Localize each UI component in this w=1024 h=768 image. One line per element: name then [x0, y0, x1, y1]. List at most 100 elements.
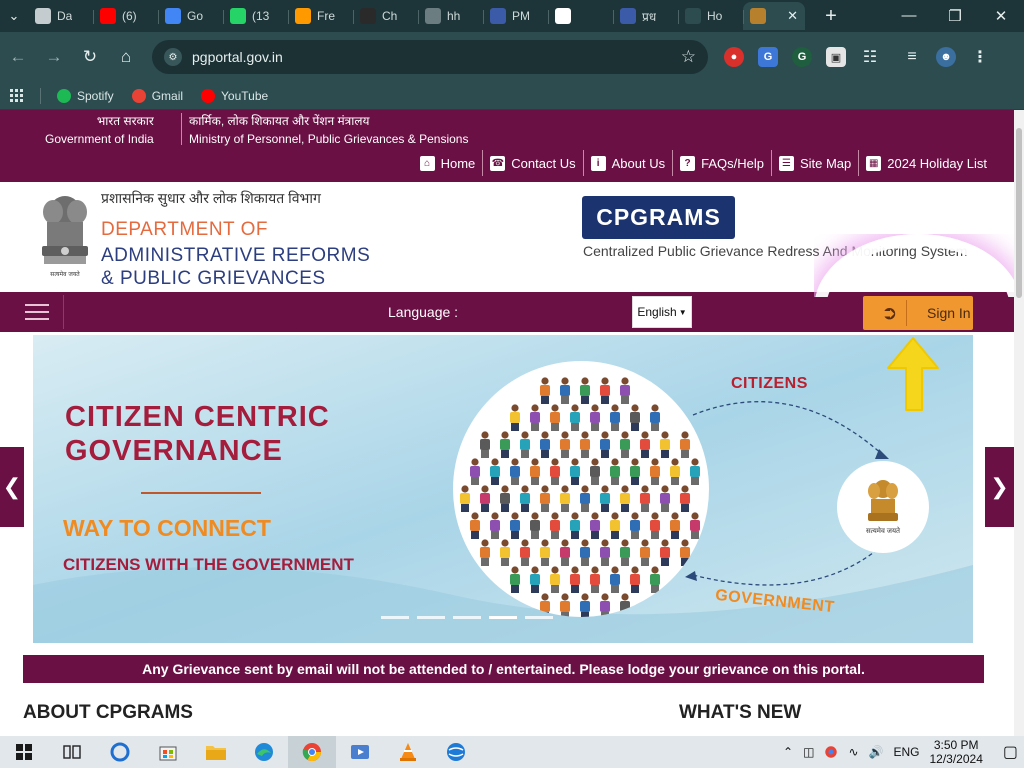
profile-avatar-icon[interactable]: ☻ — [936, 47, 956, 67]
restore-icon[interactable]: ❐ — [932, 7, 978, 25]
site-info-icon[interactable]: ⚙ — [164, 48, 182, 66]
browser-tab[interactable]: (6) — [93, 2, 158, 30]
slider-dot[interactable] — [381, 616, 409, 619]
wifi-icon[interactable]: ∿ — [848, 745, 858, 759]
top-link-label: Site Map — [799, 155, 852, 171]
carousel-next-arrow-icon[interactable]: ❯ — [985, 447, 1014, 527]
slider-dot[interactable] — [525, 616, 553, 619]
chrome-browser-icon[interactable] — [288, 736, 336, 768]
signin-button[interactable]: ➲ Sign In — [863, 296, 973, 330]
top-link-faqs-help[interactable]: ? FAQs/Help — [672, 150, 771, 176]
ministry-english: Ministry of Personnel, Public Grievances… — [189, 132, 469, 146]
reload-icon[interactable]: ↻ — [72, 47, 108, 67]
crowd-person — [560, 485, 570, 512]
reading-list-icon[interactable]: ≡ — [902, 47, 922, 67]
crowd-person — [510, 458, 520, 485]
bookmark-youtube[interactable]: YouTube — [201, 88, 268, 103]
app-globe-icon[interactable] — [432, 736, 480, 768]
microsoft-store-icon[interactable] — [144, 736, 192, 768]
government-of-india: भारत सरकार Government of India — [45, 112, 154, 148]
tray-chevron-up-icon[interactable]: ⌃ — [783, 745, 793, 759]
task-view-icon[interactable] — [48, 736, 96, 768]
top-link-site-map[interactable]: ☰ Site Map — [770, 150, 858, 176]
volume-icon[interactable]: 🔊 — [869, 745, 884, 759]
extensions-puzzle-icon[interactable]: ☷ — [860, 47, 880, 67]
hero-banner[interactable]: CITIZEN CENTRIC GOVERNANCE WAY TO CONNEC… — [33, 335, 973, 643]
browser-menu-icon[interactable]: ⋮ — [970, 47, 990, 67]
carousel-prev-arrow-icon[interactable]: ❮ — [0, 447, 24, 527]
language-value[interactable]: English — [637, 305, 676, 319]
bookmark-spotify[interactable]: Spotify — [57, 88, 114, 103]
crowd-person — [560, 593, 570, 617]
apps-grid-icon[interactable] — [10, 88, 24, 103]
notification-center-icon[interactable]: ▢ — [1003, 742, 1018, 762]
top-link-about-us[interactable]: i About Us — [582, 150, 672, 176]
browser-tab[interactable] — [548, 2, 613, 30]
browser-tab[interactable]: Ch — [353, 2, 418, 30]
signin-label: Sign In — [927, 305, 971, 321]
input-language[interactable]: ENG — [893, 745, 919, 759]
vlc-player-icon[interactable] — [384, 736, 432, 768]
page-scrollbar[interactable] — [1014, 110, 1024, 736]
scrollbar-thumb[interactable] — [1016, 128, 1022, 298]
cpgrams-logo[interactable]: CPGRAMS — [582, 196, 735, 239]
whats-new-heading: WHAT'S NEW — [679, 702, 802, 723]
top-link-home[interactable]: ⌂ Home — [413, 150, 483, 176]
browser-tab[interactable]: Ho — [678, 2, 743, 30]
grammarly-extension-icon[interactable]: G — [792, 47, 812, 67]
browser-tab[interactable]: Fre — [288, 2, 353, 30]
edge-browser-icon[interactable] — [240, 736, 288, 768]
minimize-icon[interactable]: — — [886, 7, 932, 25]
tab-close-icon[interactable]: ✕ — [787, 8, 798, 24]
media-player-icon[interactable] — [336, 736, 384, 768]
translate-extension-icon[interactable]: G — [758, 47, 778, 67]
tab-search-chevron-icon[interactable]: ⌄ — [0, 2, 28, 30]
clock-date: 12/3/2024 — [929, 752, 983, 766]
bookmark-gmail[interactable]: Gmail — [131, 88, 183, 103]
browser-tab[interactable]: PM — [483, 2, 548, 30]
windows-start-icon[interactable] — [0, 736, 48, 768]
bookmark-label: Spotify — [77, 88, 114, 103]
top-link-2024-holiday-list[interactable]: ▦ 2024 Holiday List — [858, 150, 994, 176]
tray-chrome-icon[interactable] — [824, 745, 838, 759]
browser-tab[interactable]: Da — [28, 2, 93, 30]
youtube-icon — [100, 8, 116, 24]
browser-tab[interactable]: (13 — [223, 2, 288, 30]
address-bar[interactable]: ⚙ pgportal.gov.in ☆ — [152, 40, 708, 74]
tray-device-icon[interactable]: ◫ — [803, 745, 814, 759]
tab-title: Ho — [707, 9, 723, 23]
tab-list: Da (6) Go (13 Fre Ch hh PM प्रध Ho ✕ — [28, 2, 805, 30]
back-arrow-icon[interactable]: ← — [0, 47, 36, 67]
crowd-person — [540, 377, 550, 404]
url-text[interactable]: pgportal.gov.in — [192, 49, 283, 65]
ministry-name: कार्मिक, लोक शिकायत और पेंशन मंत्रालय Mi… — [189, 112, 468, 148]
top-link-contact-us[interactable]: ☎ Contact Us — [482, 150, 582, 176]
file-explorer-icon[interactable] — [192, 736, 240, 768]
crowd-person — [630, 404, 640, 431]
browser-tab[interactable]: प्रध — [613, 2, 678, 30]
adblock-extension-icon[interactable]: ● — [724, 47, 744, 67]
close-window-icon[interactable]: ✕ — [978, 7, 1024, 25]
slider-dot-active[interactable] — [489, 616, 517, 619]
browser-tab-active[interactable]: ✕ — [743, 2, 805, 30]
browser-tab[interactable]: hh — [418, 2, 483, 30]
crowd-person — [500, 485, 510, 512]
screenshot-extension-icon[interactable]: ▣ — [826, 47, 846, 67]
new-tab-plus-icon[interactable]: + — [817, 5, 845, 28]
crowd-person — [560, 431, 570, 458]
top-link-label: FAQs/Help — [701, 155, 764, 171]
crowd-person — [640, 539, 650, 566]
home-icon[interactable]: ⌂ — [108, 47, 144, 67]
browser-tab[interactable]: Go — [158, 2, 223, 30]
language-select[interactable]: English ▼ — [632, 296, 692, 328]
slider-dot[interactable] — [453, 616, 481, 619]
clock[interactable]: 3:50 PM 12/3/2024 — [929, 738, 982, 766]
cortana-icon[interactable] — [96, 736, 144, 768]
slider-dot[interactable] — [417, 616, 445, 619]
forward-arrow-icon[interactable]: → — [36, 47, 72, 67]
crowd-person — [470, 458, 480, 485]
bookmark-star-icon[interactable]: ☆ — [681, 47, 696, 67]
hamburger-menu-icon[interactable] — [10, 295, 64, 329]
sitemap-icon: ☰ — [778, 155, 794, 171]
government-top-bar: भारत सरकार Government of India कार्मिक, … — [0, 110, 1014, 182]
